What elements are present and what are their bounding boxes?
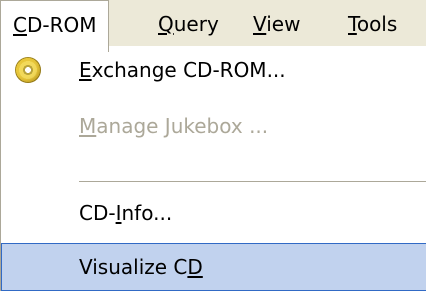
label-after: anage Jukebox ... <box>96 114 269 138</box>
label-before: CD- <box>79 201 116 225</box>
menu-item-label: CD-Info... <box>79 189 172 237</box>
label-after: xchange CD-ROM... <box>91 58 286 82</box>
menu-separator <box>79 181 426 182</box>
menu-item-visualize-cd[interactable]: Visualize CD <box>1 243 426 291</box>
menu-label-rest: uery <box>173 12 219 36</box>
mnemonic: E <box>79 58 92 82</box>
mnemonic: D <box>187 255 203 279</box>
mnemonic: M <box>79 114 97 138</box>
mnemonic: Q <box>158 12 174 36</box>
label-before: Visualize C <box>79 255 188 279</box>
menu-cd-rom[interactable]: CD-ROM <box>0 0 110 52</box>
menu-tools[interactable]: Tools <box>336 0 409 48</box>
menu-query[interactable]: Query <box>146 0 231 48</box>
menu-item-exchange-cd-rom[interactable]: Exchange CD-ROM... <box>1 46 426 94</box>
menu-item-label: Manage Jukebox ... <box>79 102 268 150</box>
menu-label-rest: D-ROM <box>26 13 97 37</box>
menu-item-cd-info[interactable]: CD-Info... <box>1 189 426 237</box>
mnemonic: C <box>13 13 27 37</box>
menu-item-label: Exchange CD-ROM... <box>79 46 286 94</box>
mnemonic: T <box>348 12 357 36</box>
menu-view[interactable]: View <box>241 0 312 48</box>
menu-label-rest: ools <box>356 12 398 36</box>
menu-item-label: Visualize CD <box>79 244 203 290</box>
label-after: nfo... <box>121 201 173 225</box>
mnemonic: V <box>253 12 267 36</box>
cd-rom-dropdown-menu: Exchange CD-ROM... Manage Jukebox ... CD… <box>0 46 426 291</box>
menu-bar: CD-ROM Query View Tools <box>0 0 426 52</box>
menu-label-rest: iew <box>266 12 301 36</box>
menu-item-manage-jukebox: Manage Jukebox ... <box>1 102 426 150</box>
cd-disc-icon <box>15 57 41 83</box>
